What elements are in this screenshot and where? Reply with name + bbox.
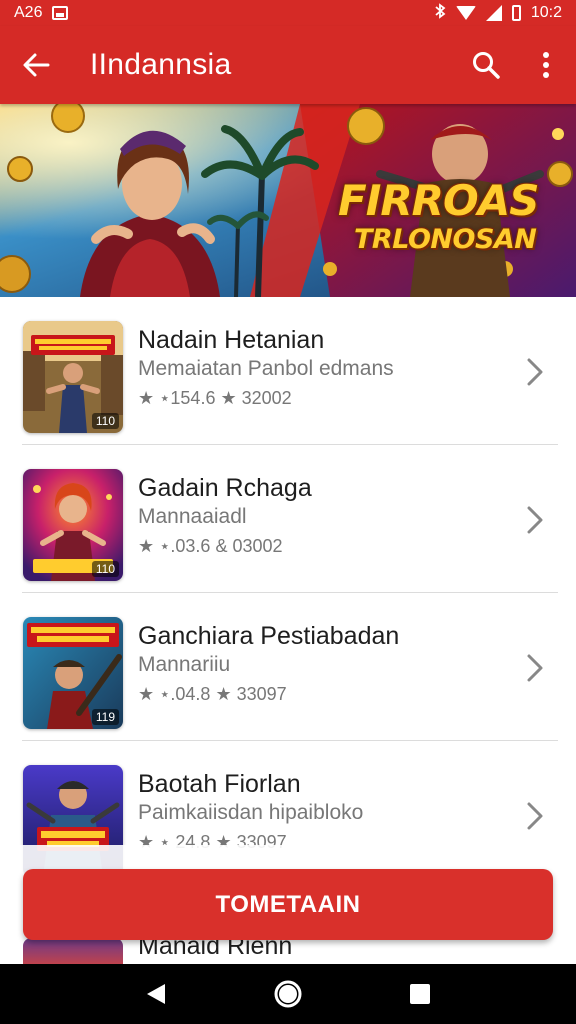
promo-banner[interactable]: FIRROAS TRLONOSAN <box>0 104 576 297</box>
nav-back-button[interactable] <box>131 969 181 1019</box>
chevron-right-icon <box>527 802 543 830</box>
game-thumbnail: 110 <box>23 321 123 433</box>
item-subtitle: Paimkaiisdan hipaibloko <box>138 801 364 824</box>
search-icon <box>473 52 500 79</box>
nav-recents-button[interactable] <box>395 969 445 1019</box>
chevron-right-icon <box>527 654 543 682</box>
wifi-icon <box>455 6 476 20</box>
item-rating: ★ ⋆154.6 ★ 32002 <box>138 388 292 408</box>
battery-icon <box>511 5 521 21</box>
item-title: Baotah Fiorlan <box>138 770 301 798</box>
more-options-button[interactable] <box>516 26 576 104</box>
list-item[interactable]: 110 Gadain Rchaga Mannaaiadl ★ ⋆.03.6 & … <box>0 445 576 593</box>
status-time: 10:2 <box>530 4 562 21</box>
recents-square-icon <box>410 984 430 1004</box>
item-subtitle: Mannariiu <box>138 653 231 676</box>
thumbnail-tag: 110 <box>91 561 119 577</box>
chevron-right-icon <box>527 358 543 386</box>
item-rating: ★ ⋆.03.6 & 03002 <box>138 536 283 556</box>
app-title: IIndannsia <box>90 48 232 81</box>
list-item[interactable]: 110 Nadain Hetanian Memaiatan Panbol edm… <box>0 297 576 445</box>
thumbnail-tag: 110 <box>91 413 119 429</box>
status-bar: A26 10:2 <box>0 0 576 26</box>
item-title: Nadain Hetanian <box>138 326 325 354</box>
game-thumbnail <box>23 938 123 964</box>
item-title: Gadain Rchaga <box>138 474 312 502</box>
item-title: Ganchiara Pestiabadan <box>138 622 400 650</box>
chevron-right-icon <box>527 506 543 534</box>
nav-home-button[interactable] <box>263 969 313 1019</box>
game-list: 110 Nadain Hetanian Memaiatan Panbol edm… <box>0 297 576 889</box>
game-thumbnail: 110 <box>23 469 123 581</box>
item-subtitle: Mannaaiadl <box>138 505 247 528</box>
thumbnail-tag: 119 <box>91 709 119 725</box>
back-arrow-icon <box>23 53 50 77</box>
search-button[interactable] <box>456 26 516 104</box>
banner-subtitle: TRLONOSAN <box>354 224 537 255</box>
image-icon <box>52 6 69 20</box>
bluetooth-icon <box>434 2 446 24</box>
home-circle-icon <box>274 980 302 1008</box>
back-triangle-icon <box>147 984 165 1004</box>
app-bar: IIndannsia <box>0 26 576 104</box>
list-item[interactable]: 119 Ganchiara Pestiabadan Mannariiu ★ ⋆.… <box>0 593 576 741</box>
more-vert-icon <box>543 52 549 78</box>
primary-action-button[interactable]: TOMETAAIN <box>23 869 553 940</box>
banner-title: FIRROAS <box>338 176 539 225</box>
system-nav-bar <box>0 964 576 1024</box>
signal-icon <box>485 5 502 21</box>
item-rating: ★ ⋆.04.8 ★ 33097 <box>138 684 287 704</box>
game-thumbnail: 119 <box>23 617 123 729</box>
status-left-text: A26 <box>14 4 43 21</box>
back-button[interactable] <box>0 26 72 104</box>
item-subtitle: Memaiatan Panbol edmans <box>138 357 394 380</box>
